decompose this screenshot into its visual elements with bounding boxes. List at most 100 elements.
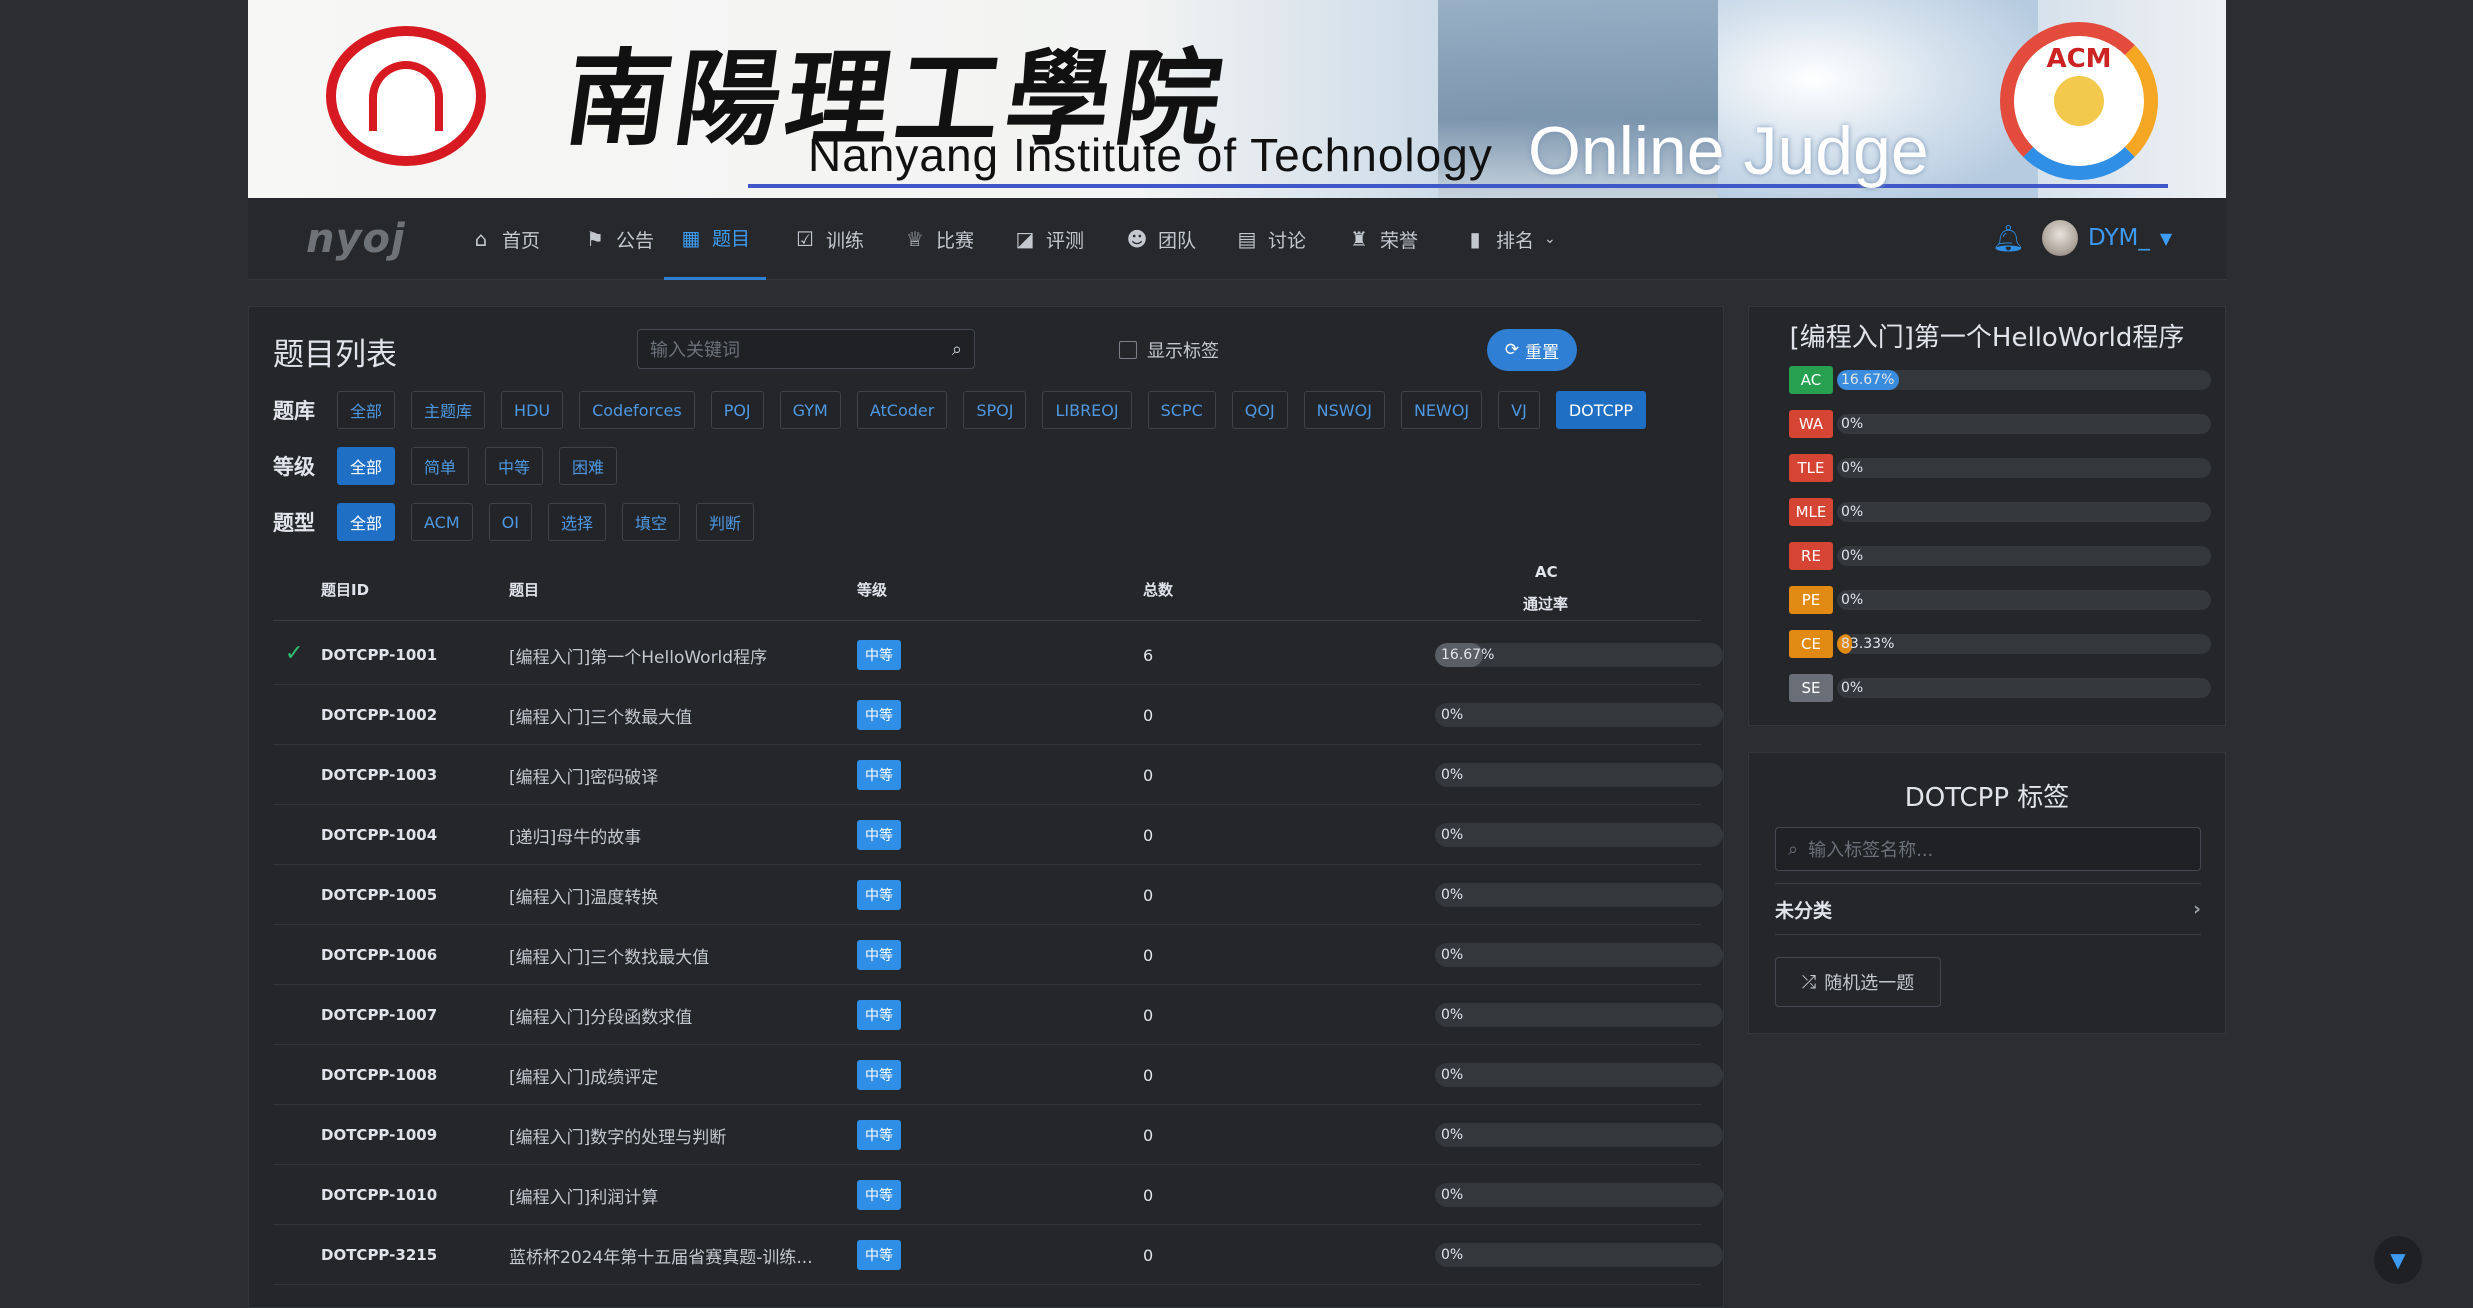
- source-chip[interactable]: LIBREOJ: [1042, 391, 1132, 429]
- table-row[interactable]: DOTCPP-1006 [编程入门]三个数找最大值 中等 0 0%: [273, 925, 1723, 985]
- problem-id[interactable]: DOTCPP-1003: [321, 745, 437, 805]
- nav-judge[interactable]: ◪ 评测: [998, 198, 1100, 280]
- nav-team[interactable]: ☻ 团队: [1110, 198, 1212, 280]
- type-chip[interactable]: 全部: [337, 503, 396, 541]
- nyoj-logo[interactable]: nyoj: [306, 216, 406, 262]
- type-chip[interactable]: ACM: [411, 503, 473, 541]
- type-chip[interactable]: OI: [488, 503, 532, 541]
- type-chip[interactable]: 选择: [547, 503, 606, 541]
- source-chip[interactable]: SCPC: [1147, 391, 1216, 429]
- search-input[interactable]: 输入关键词 ⌕: [637, 329, 975, 369]
- table-row[interactable]: DOTCPP-1002 [编程入门]三个数最大值 中等 0 0%: [273, 685, 1723, 745]
- tag-search-input[interactable]: ⌕ 输入标签名称...: [1775, 827, 2201, 871]
- nav-discussion[interactable]: ▤ 讨论: [1220, 198, 1322, 280]
- table-row[interactable]: DOTCPP-1003 [编程入门]密码破译 中等 0 0%: [273, 745, 1723, 805]
- source-chip[interactable]: 全部: [337, 391, 396, 429]
- bell-icon[interactable]: 🔔︎: [1992, 224, 2025, 254]
- problem-id[interactable]: DOTCPP-3215: [321, 1225, 437, 1285]
- problem-title[interactable]: [编程入门]分段函数求值: [509, 985, 692, 1045]
- total-count: 0: [1143, 765, 1154, 785]
- table-row[interactable]: ✓ DOTCPP-1001 [编程入门]第一个HelloWorld程序 中等 6…: [273, 625, 1723, 685]
- problem-title[interactable]: [编程入门]三个数最大值: [509, 685, 692, 745]
- source-chip[interactable]: GYM: [779, 391, 841, 429]
- home-icon: ⌂: [474, 227, 488, 251]
- nav-training[interactable]: ☑ 训练: [778, 198, 880, 280]
- pass-rate-text: 0%: [1441, 1067, 1464, 1083]
- table-row[interactable]: DOTCPP-1005 [编程入门]温度转换 中等 0 0%: [273, 865, 1723, 925]
- problem-id[interactable]: DOTCPP-1006: [321, 925, 437, 985]
- problem-id[interactable]: DOTCPP-1001: [321, 625, 437, 685]
- table-row[interactable]: DOTCPP-3215 蓝桥杯2024年第十五届省赛真题-训练... 中等 0 …: [273, 1225, 1723, 1285]
- solved-check-icon: ✓: [285, 641, 304, 666]
- pass-rate-text: 0%: [1441, 887, 1464, 903]
- problem-title[interactable]: [编程入门]成绩评定: [509, 1045, 658, 1105]
- source-chip[interactable]: DOTCPP: [1555, 391, 1647, 429]
- level-badge-cell: 中等: [857, 985, 901, 1045]
- medal-icon: ♜: [1350, 227, 1368, 251]
- stats-title: [编程入门]第一个HelloWorld程序: [1789, 323, 2185, 353]
- table-row[interactable]: DOTCPP-1008 [编程入门]成绩评定 中等 0 0%: [273, 1045, 1723, 1105]
- table-row[interactable]: DOTCPP-1010 [编程入门]利润计算 中等 0 0%: [273, 1165, 1723, 1225]
- source-chip[interactable]: AtCoder: [856, 391, 948, 429]
- scroll-down-button[interactable]: ▼: [2374, 1236, 2422, 1284]
- source-chip[interactable]: VJ: [1498, 391, 1540, 429]
- nav-honor[interactable]: ♜ 荣誉: [1332, 198, 1434, 280]
- problem-id[interactable]: DOTCPP-1002: [321, 685, 437, 745]
- type-chip[interactable]: 填空: [621, 503, 680, 541]
- problem-id[interactable]: DOTCPP-1004: [321, 805, 437, 865]
- problem-id[interactable]: DOTCPP-1007: [321, 985, 437, 1045]
- uncategorized-group[interactable]: 未分类 ›: [1775, 883, 2201, 935]
- problem-id[interactable]: DOTCPP-1010: [321, 1165, 437, 1225]
- school-seal-logo: [326, 26, 486, 166]
- col-pass-rate: 通过率: [1523, 595, 1569, 613]
- problem-id[interactable]: DOTCPP-1009: [321, 1105, 437, 1165]
- problem-title[interactable]: [递归]母牛的故事: [509, 805, 641, 865]
- source-filter-label: 题库: [273, 399, 315, 423]
- pass-rate-bar: 0%: [1435, 1063, 1723, 1087]
- source-chip[interactable]: NSWOJ: [1303, 391, 1385, 429]
- problem-title[interactable]: 蓝桥杯2024年第十五届省赛真题-训练...: [509, 1225, 813, 1285]
- problem-title[interactable]: [编程入门]密码破译: [509, 745, 658, 805]
- show-tags-toggle[interactable]: 显示标签: [1119, 337, 1219, 363]
- problem-id[interactable]: DOTCPP-1008: [321, 1045, 437, 1105]
- show-tags-checkbox[interactable]: [1119, 341, 1137, 359]
- user-menu[interactable]: DYM_ ▼: [2042, 220, 2172, 256]
- source-chip[interactable]: 主题库: [411, 391, 486, 429]
- reset-button[interactable]: ⟳ 重置: [1487, 329, 1577, 371]
- level-badge: 中等: [857, 1000, 901, 1030]
- level-chip[interactable]: 困难: [559, 447, 618, 485]
- table-row[interactable]: DOTCPP-1004 [递归]母牛的故事 中等 0 0%: [273, 805, 1723, 865]
- nav-rank[interactable]: ▮ 排名 ⌄: [1448, 198, 1572, 280]
- source-chip[interactable]: POJ: [710, 391, 764, 429]
- problem-title[interactable]: [编程入门]数字的处理与判断: [509, 1105, 726, 1165]
- source-chip[interactable]: Codeforces: [579, 391, 695, 429]
- table-row[interactable]: DOTCPP-1009 [编程入门]数字的处理与判断 中等 0 0%: [273, 1105, 1723, 1165]
- search-icon[interactable]: ⌕: [952, 339, 962, 360]
- stat-bar: 0%: [1837, 590, 2211, 610]
- status-badge: AC: [1789, 366, 1833, 394]
- problem-title[interactable]: [编程入门]利润计算: [509, 1165, 658, 1225]
- level-chip[interactable]: 全部: [337, 447, 396, 485]
- col-id: 题目ID: [321, 581, 370, 599]
- stat-row: PE 0%: [1789, 586, 2211, 614]
- level-chip[interactable]: 中等: [485, 447, 544, 485]
- shuffle-icon: ⤮: [1801, 971, 1817, 993]
- level-chip[interactable]: 简单: [411, 447, 470, 485]
- nav-home[interactable]: ⌂ 首页: [454, 198, 556, 280]
- source-chip[interactable]: QOJ: [1231, 391, 1288, 429]
- type-chip[interactable]: 判断: [696, 503, 755, 541]
- source-chip[interactable]: HDU: [501, 391, 564, 429]
- source-chip[interactable]: SPOJ: [963, 391, 1027, 429]
- type-filter: 题型 全部 ACM OI 选择 填空 判断: [273, 503, 770, 541]
- random-problem-button[interactable]: ⤮ 随机选一题: [1775, 957, 1941, 1007]
- problem-title[interactable]: [编程入门]三个数找最大值: [509, 925, 709, 985]
- nav-contest[interactable]: ♕ 比赛: [888, 198, 990, 280]
- problem-id[interactable]: DOTCPP-1005: [321, 865, 437, 925]
- source-chip[interactable]: NEWOJ: [1400, 391, 1483, 429]
- problem-title[interactable]: [编程入门]温度转换: [509, 865, 658, 925]
- table-row[interactable]: DOTCPP-1007 [编程入门]分段函数求值 中等 0 0%: [273, 985, 1723, 1045]
- problem-title[interactable]: [编程入门]第一个HelloWorld程序: [509, 625, 767, 685]
- uncategorized-label: 未分类: [1775, 899, 1833, 922]
- nav-announcement[interactable]: ⚑ 公告: [568, 198, 670, 280]
- nav-problems[interactable]: ▦ 题目: [664, 198, 767, 280]
